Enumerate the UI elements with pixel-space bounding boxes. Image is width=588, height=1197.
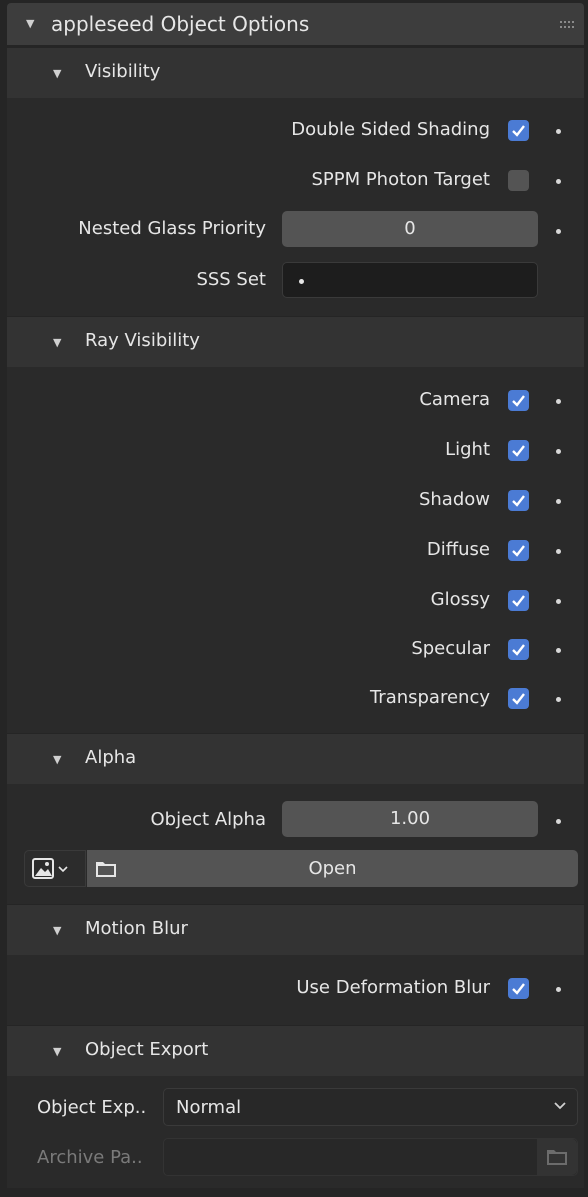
sppm-photon-target-label: SPPM Photon Target: [311, 169, 490, 190]
archive-path-label: Archive Pa..: [37, 1147, 143, 1168]
use-deformation-blur-label: Use Deformation Blur: [296, 977, 490, 998]
ray-transparency-checkbox[interactable]: [508, 688, 529, 709]
chevron-down-icon: [554, 1102, 566, 1110]
object-export-type-value: Normal: [176, 1097, 242, 1118]
panel-title: appleseed Object Options: [51, 12, 310, 36]
subpanel-label: Visibility: [85, 61, 161, 82]
collapse-triangle-icon: ▼: [26, 17, 35, 30]
animate-property-dot-icon[interactable]: [556, 697, 561, 702]
image-browse-dropdown[interactable]: [24, 850, 86, 887]
panel-header-appleseed-object-options[interactable]: ▼ appleseed Object Options: [7, 3, 584, 45]
ray-specular-checkbox[interactable]: [508, 639, 529, 660]
object-alpha-label: Object Alpha: [150, 809, 266, 830]
animate-property-dot-icon[interactable]: [556, 399, 561, 404]
ray-shadow-label: Shadow: [418, 489, 490, 510]
collapse-triangle-icon: ▼: [53, 67, 62, 80]
ray-camera-label: Camera: [419, 389, 490, 410]
ray-diffuse-checkbox[interactable]: [508, 540, 529, 561]
animate-property-dot-icon[interactable]: [556, 648, 561, 653]
animate-property-dot-icon[interactable]: [556, 987, 561, 992]
subpanel-label: Alpha: [85, 747, 137, 768]
folder-browse-button[interactable]: [537, 1139, 577, 1175]
animate-property-dot-icon[interactable]: [556, 179, 561, 184]
nested-glass-priority-label: Nested Glass Priority: [78, 218, 266, 239]
open-label: Open: [308, 858, 357, 879]
image-icon: [32, 858, 68, 879]
collapse-triangle-icon: ▼: [53, 336, 62, 349]
subpanel-label: Object Export: [85, 1039, 209, 1060]
ray-diffuse-label: Diffuse: [426, 539, 490, 560]
collapse-triangle-icon: ▼: [53, 924, 62, 937]
animate-property-dot-icon[interactable]: [556, 449, 561, 454]
animate-property-dot-icon[interactable]: [556, 499, 561, 504]
ray-camera-checkbox[interactable]: [508, 390, 529, 411]
object-export-type-label: Object Exp..: [37, 1097, 147, 1118]
ray-light-label: Light: [445, 439, 490, 460]
image-open-row: Open: [24, 850, 578, 887]
sss-set-label: SSS Set: [196, 269, 266, 290]
subpanel-label: Ray Visibility: [85, 330, 200, 351]
object-alpha-field[interactable]: 1.00: [282, 801, 538, 837]
nested-glass-priority-field[interactable]: 0: [282, 211, 538, 247]
subpanel-header-ray-visibility[interactable]: ▼ Ray Visibility: [7, 317, 584, 367]
drag-grip-icon[interactable]: [560, 21, 574, 29]
animate-property-dot-icon[interactable]: [556, 129, 561, 134]
ray-shadow-checkbox[interactable]: [508, 490, 529, 511]
folder-icon: [547, 1150, 567, 1165]
double-sided-shading-label: Double Sided Shading: [291, 119, 490, 140]
double-sided-shading-checkbox[interactable]: [508, 120, 529, 141]
collapse-triangle-icon: ▼: [53, 1045, 62, 1058]
subpanel-header-motion-blur[interactable]: ▼ Motion Blur: [7, 905, 584, 955]
object-export-type-dropdown[interactable]: Normal: [163, 1088, 578, 1126]
subpanel-header-visibility[interactable]: ▼ Visibility: [7, 48, 584, 98]
sppm-photon-target-checkbox[interactable]: [508, 170, 529, 191]
ray-glossy-label: Glossy: [430, 589, 490, 610]
ray-transparency-label: Transparency: [369, 687, 490, 708]
sss-set-field[interactable]: [282, 262, 538, 298]
subpanel-header-alpha[interactable]: ▼ Alpha: [7, 734, 584, 784]
subpanel-header-object-export[interactable]: ▼ Object Export: [7, 1026, 584, 1076]
use-deformation-blur-checkbox[interactable]: [508, 978, 529, 999]
ray-specular-label: Specular: [411, 638, 490, 659]
search-dot-icon: [299, 279, 304, 284]
animate-property-dot-icon[interactable]: [556, 819, 561, 824]
animate-property-dot-icon[interactable]: [556, 549, 561, 554]
open-image-button[interactable]: Open: [87, 850, 578, 887]
collapse-triangle-icon: ▼: [53, 753, 62, 766]
animate-property-dot-icon[interactable]: [556, 229, 561, 234]
subpanel-label: Motion Blur: [85, 918, 188, 939]
ray-glossy-checkbox[interactable]: [508, 590, 529, 611]
ray-visibility-body: [7, 367, 584, 733]
ray-light-checkbox[interactable]: [508, 440, 529, 461]
archive-path-field[interactable]: [163, 1138, 578, 1176]
animate-property-dot-icon[interactable]: [556, 599, 561, 604]
